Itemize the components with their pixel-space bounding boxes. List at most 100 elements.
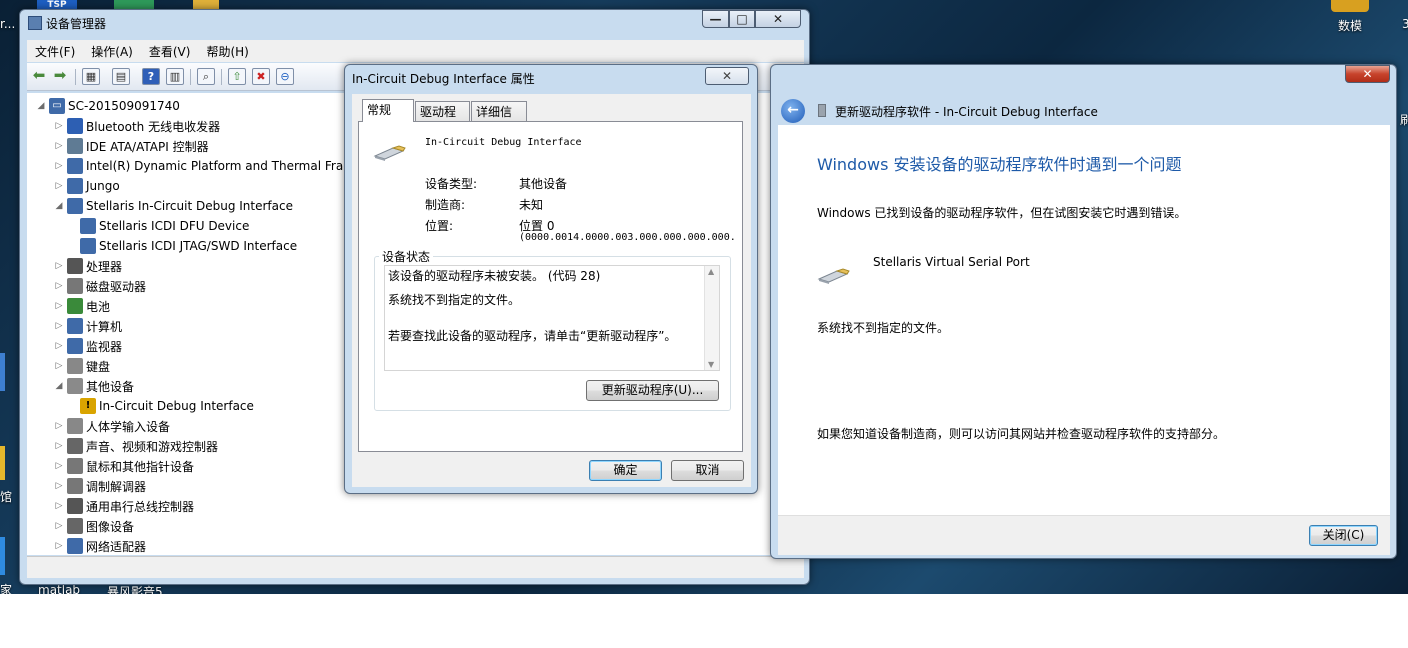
device-icon: [80, 238, 96, 254]
close-button[interactable]: ✕: [755, 10, 801, 28]
back-arrow-icon[interactable]: ←: [781, 99, 805, 123]
tree-item-label: 图像设备: [86, 519, 135, 534]
tree-item[interactable]: ▷ 声音、视频和游戏控制器: [53, 436, 218, 456]
expand-arrow-icon[interactable]: ▷: [53, 441, 65, 451]
tree-item[interactable]: ▷ Intel(R) Dynamic Platform and Thermal F…: [53, 156, 355, 176]
general-tab-panel: In-Circuit Debug Interface 设备类型: 其他设备 制造…: [358, 121, 743, 452]
tree-item[interactable]: ▷ 通用串行总线控制器: [53, 496, 194, 516]
menu-action[interactable]: 操作(A): [83, 43, 141, 60]
maximize-button[interactable]: □: [729, 10, 755, 28]
tab-driver[interactable]: 驱动程序: [415, 101, 470, 139]
show-hide-tree-icon[interactable]: ▦: [82, 68, 100, 85]
tree-root[interactable]: ◢ ▭ SC-201509091740: [35, 96, 180, 116]
tree-item[interactable]: ▷ 人体学输入设备: [53, 416, 170, 436]
expand-arrow-icon[interactable]: ▷: [53, 421, 65, 431]
tab-general[interactable]: 常规: [362, 99, 414, 122]
device-type-value: 其他设备: [519, 177, 568, 191]
left-desktop-icon-3[interactable]: [0, 537, 5, 575]
device-icon: [67, 198, 83, 214]
tree-item[interactable]: ▷ 磁盘驱动器: [53, 276, 146, 296]
collapse-arrow-icon[interactable]: ◢: [53, 201, 65, 211]
expand-arrow-icon[interactable]: ▷: [53, 481, 65, 491]
tree-item[interactable]: ▷ 调制解调器: [53, 476, 146, 496]
update-driver-icon[interactable]: ⇧: [228, 68, 246, 85]
expand-arrow-icon[interactable]: ▷: [53, 121, 65, 131]
expand-arrow-icon[interactable]: ▷: [53, 161, 65, 171]
properties-icon[interactable]: ▤: [112, 68, 130, 85]
properties-titlebar[interactable]: In-Circuit Debug Interface 属性 ✕: [345, 65, 757, 91]
tree-item[interactable]: ▷ 键盘: [53, 356, 110, 376]
left-desktop-icon-1[interactable]: [0, 353, 5, 391]
scroll-down-icon[interactable]: ▼: [708, 360, 714, 369]
tree-item[interactable]: ◢ Stellaris In-Circuit Debug Interface: [53, 196, 293, 216]
tree-item-label: 人体学输入设备: [86, 419, 171, 434]
tree-item[interactable]: ▷ 图像设备: [53, 516, 134, 536]
tree-item[interactable]: ▷ Bluetooth 无线电收发器: [53, 116, 220, 136]
update-driver-titlebar[interactable]: ✕: [771, 65, 1396, 91]
minimize-button[interactable]: —: [702, 10, 729, 28]
close-dialog-button[interactable]: 关闭(C): [1309, 525, 1378, 546]
expand-arrow-icon[interactable]: ▷: [53, 261, 65, 271]
shumo-desktop-label[interactable]: 数模: [1338, 17, 1362, 34]
disable-device-icon[interactable]: ⊖: [276, 68, 294, 85]
toolbar-separator: [190, 69, 191, 85]
update-driver-button[interactable]: 更新驱动程序(U)...: [586, 380, 719, 401]
properties-close-button[interactable]: ✕: [705, 67, 749, 85]
tree-item[interactable]: ▷ IDE ATA/ATAPI 控制器: [53, 136, 209, 156]
tree-item[interactable]: Stellaris ICDI DFU Device: [72, 216, 249, 236]
device-status-label: 设备状态: [379, 248, 434, 265]
help-icon[interactable]: ?: [142, 68, 160, 85]
ide-controller-icon: [67, 138, 83, 154]
update-close-button[interactable]: ✕: [1345, 65, 1390, 83]
menu-help[interactable]: 帮助(H): [198, 43, 256, 60]
expand-arrow-icon[interactable]: ▷: [53, 181, 65, 191]
scroll-up-icon[interactable]: ▲: [708, 267, 714, 276]
expand-arrow-icon[interactable]: ▷: [53, 281, 65, 291]
collapse-arrow-icon[interactable]: ◢: [35, 101, 47, 111]
tree-item-label: 处理器: [86, 259, 123, 274]
tree-item[interactable]: ▷ Jungo: [53, 176, 120, 196]
collapse-arrow-icon[interactable]: ◢: [53, 381, 65, 391]
vertical-scrollbar[interactable]: ▲ ▼: [704, 266, 719, 370]
expand-arrow-icon[interactable]: ▷: [53, 461, 65, 471]
tree-item[interactable]: Stellaris ICDI JTAG/SWD Interface: [72, 236, 297, 256]
tree-item[interactable]: ▷ 监视器: [53, 336, 122, 356]
left-desktop-icon-2[interactable]: [0, 446, 5, 480]
expand-arrow-icon[interactable]: ▷: [53, 501, 65, 511]
menu-file[interactable]: 文件(F): [27, 43, 83, 60]
forward-icon[interactable]: ➡: [51, 68, 69, 85]
tree-item[interactable]: ▷ 网络适配器: [53, 536, 146, 555]
expand-arrow-icon[interactable]: ▷: [53, 541, 65, 551]
tree-item[interactable]: ▷ 电池: [53, 296, 110, 316]
folder-desktop-icon[interactable]: [193, 0, 219, 9]
tree-item-label: 鼠标和其他指针设备: [86, 459, 195, 474]
other-devices-icon: [67, 378, 83, 394]
expand-arrow-icon[interactable]: ▷: [53, 301, 65, 311]
tree-item[interactable]: ▷ 鼠标和其他指针设备: [53, 456, 194, 476]
error-description: Windows 已找到设备的驱动程序软件，但在试图安装它时遇到错误。: [817, 206, 1187, 220]
uninstall-icon[interactable]: ✖: [252, 68, 270, 85]
toolbar-separator: [221, 69, 222, 85]
expand-arrow-icon[interactable]: ▷: [53, 361, 65, 371]
tree-item[interactable]: ▷ 计算机: [53, 316, 122, 336]
device-name: In-Circuit Debug Interface: [425, 137, 582, 148]
tab-details[interactable]: 详细信息: [471, 101, 527, 139]
expand-arrow-icon[interactable]: ▷: [53, 521, 65, 531]
tree-item[interactable]: ◢ 其他设备: [53, 376, 134, 396]
cancel-button[interactable]: 取消: [671, 460, 744, 481]
expand-arrow-icon[interactable]: ▷: [53, 321, 65, 331]
back-icon[interactable]: ⬅: [30, 68, 48, 85]
device-status-textbox[interactable]: 该设备的驱动程序未被安装。 (代码 28) 系统找不到指定的文件。 若要查找此设…: [384, 265, 720, 371]
ok-button[interactable]: 确定: [589, 460, 662, 481]
device-manager-titlebar[interactable]: 设备管理器 — □ ✕: [20, 10, 809, 36]
menu-view[interactable]: 查看(V): [141, 43, 199, 60]
list-view-icon[interactable]: ▥: [166, 68, 184, 85]
app-desktop-icon[interactable]: [114, 0, 154, 9]
shumo-desktop-icon[interactable]: [1331, 0, 1369, 12]
tree-item[interactable]: ▷ 处理器: [53, 256, 122, 276]
expand-arrow-icon[interactable]: ▷: [53, 141, 65, 151]
expand-arrow-icon[interactable]: ▷: [53, 341, 65, 351]
scan-hardware-icon[interactable]: ⌕: [197, 68, 215, 85]
status-bar: [27, 556, 804, 578]
tree-item[interactable]: ! In-Circuit Debug Interface: [72, 396, 254, 416]
